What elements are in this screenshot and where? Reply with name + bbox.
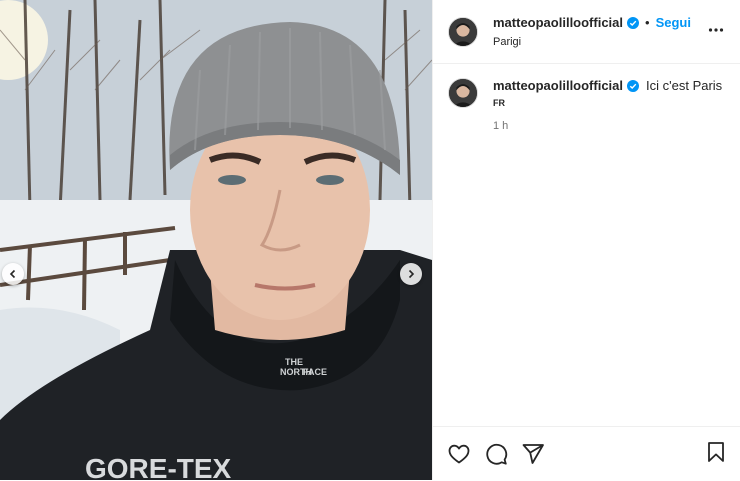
caption-avatar[interactable] [448, 78, 478, 108]
post-location[interactable]: Parigi [493, 36, 691, 48]
action-bar [433, 426, 740, 481]
verified-badge-icon [627, 79, 640, 92]
post-author-username[interactable]: matteopaolilloofficial [493, 15, 623, 30]
post-header: matteopaolilloofficial • Segui Parigi [433, 0, 740, 64]
share-icon [522, 444, 544, 464]
post-timestamp[interactable]: 1 h [493, 120, 722, 132]
follow-button[interactable]: Segui [656, 15, 691, 30]
avatar-image [449, 79, 477, 107]
share-button[interactable] [521, 442, 545, 466]
chevron-right-icon [408, 269, 415, 279]
comment-icon [486, 443, 508, 465]
post-sidebar: matteopaolilloofficial • Segui Parigi ma… [432, 0, 740, 480]
language-tag: FR [493, 98, 505, 108]
comment-button[interactable] [484, 442, 508, 466]
instagram-post: THE NORTH FACE GORE-TEX matteopaolilloof… [0, 0, 740, 480]
selfie-photo: THE NORTH FACE GORE-TEX [0, 0, 432, 480]
heart-icon [448, 444, 470, 464]
more-options-icon[interactable] [708, 22, 724, 38]
avatar-image [449, 17, 477, 46]
post-caption: matteopaolilloofficial Ici c'est Paris F… [433, 64, 740, 132]
next-image-button[interactable] [400, 263, 422, 285]
verified-badge-icon [627, 16, 640, 29]
caption-text: Ici c'est Paris [646, 78, 723, 93]
separator-dot: • [645, 15, 650, 30]
north-face-logo-line-1: THE [285, 357, 303, 367]
avatar[interactable] [448, 16, 478, 47]
bookmark-icon [708, 442, 724, 462]
jacket-print: GORE-TEX [85, 453, 232, 480]
caption-username[interactable]: matteopaolilloofficial [493, 78, 623, 93]
prev-image-button[interactable] [2, 263, 24, 285]
north-face-logo-line-3: FACE [303, 367, 327, 377]
save-button[interactable] [705, 441, 727, 463]
post-media[interactable]: THE NORTH FACE GORE-TEX [0, 0, 432, 480]
like-button[interactable] [447, 442, 471, 466]
chevron-left-icon [9, 269, 16, 279]
